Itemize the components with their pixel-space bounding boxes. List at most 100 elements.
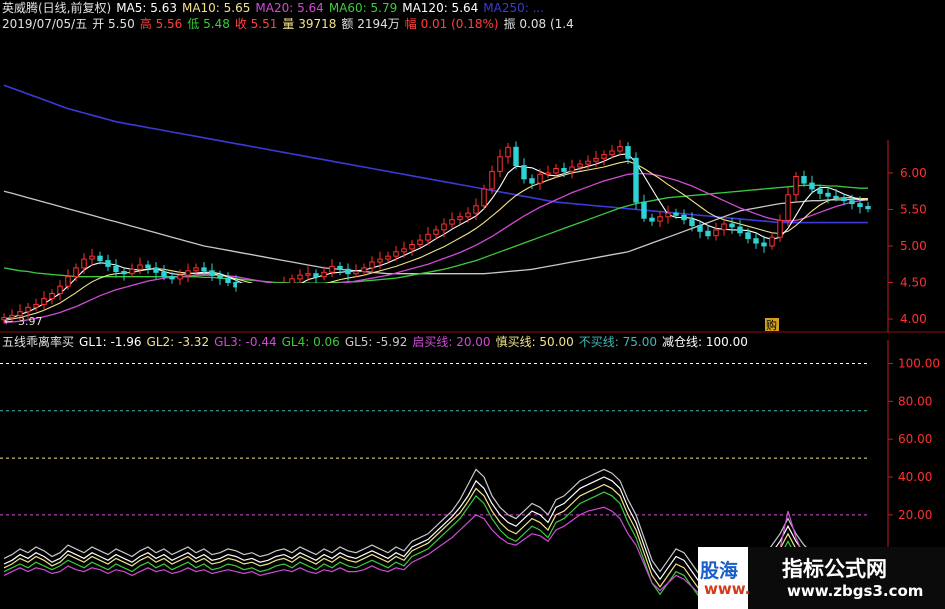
- ohlc-header-row: 2019/07/05/五开 5.50 高 5.56 低 5.48 收 5.51 量 39…: [2, 17, 579, 31]
- oscillator-tick-label: 40.00: [898, 470, 932, 484]
- row3-field: 慎买线: 50.00: [495, 335, 574, 349]
- candle-body: [657, 216, 663, 222]
- candle-body: [665, 212, 671, 218]
- candle-body: [57, 285, 63, 295]
- candle-body: [481, 188, 487, 207]
- candle-body: [721, 223, 727, 231]
- candle-body: [49, 293, 55, 300]
- candle-body: [593, 157, 599, 162]
- candle-body: [329, 265, 335, 273]
- candle-body: [361, 267, 367, 273]
- candle-body: [137, 264, 143, 270]
- watermark-left-title: 股海: [700, 560, 739, 582]
- price-tick-label: 5.00: [900, 239, 927, 253]
- row1-field: MA20: 5.64: [255, 1, 324, 15]
- row2-field: 高 5.56: [139, 17, 183, 31]
- candle-body: [625, 146, 631, 159]
- candle-body: [489, 170, 495, 190]
- candle-body: [785, 194, 791, 221]
- price-tick-label: 5.50: [900, 202, 927, 216]
- candle-body: [825, 192, 831, 197]
- candle-body: [425, 233, 431, 241]
- watermark-left-url: www.: [704, 580, 751, 598]
- candle-body: [521, 165, 527, 180]
- oscillator-tick-label: 100.00: [898, 356, 940, 370]
- low-price-arrow: ←: [4, 315, 13, 328]
- candle-body: [777, 219, 783, 238]
- watermark-right-title[interactable]: 指标公式网: [782, 553, 887, 583]
- candle-body: [441, 223, 447, 231]
- candle-body: [793, 176, 799, 196]
- candle-body: [569, 166, 575, 172]
- oscillator-tick-label: 20.00: [898, 508, 932, 522]
- candle-body: [577, 163, 583, 168]
- candle-body: [393, 251, 399, 257]
- price-axis-overlay: 6.00 5.50 5.00 4.50 4.00 购: [765, 140, 927, 332]
- oscillator-tick-label: 60.00: [898, 432, 932, 446]
- candle-body: [553, 168, 559, 174]
- row2-field: 开 5.50: [92, 17, 135, 31]
- stock-chart-canvas: ← 3.97 100.00 80.00 60.00 40.00 20.00 6.00 5.5…: [0, 0, 945, 609]
- candle-body: [377, 258, 383, 263]
- row2-field: 额 2194万: [341, 17, 400, 31]
- row3-field: GL1: -1.96: [79, 335, 142, 349]
- candle-body: [225, 277, 231, 284]
- candle-body: [505, 146, 511, 158]
- candle-body: [753, 238, 759, 244]
- candle-body: [513, 146, 519, 167]
- row1-field: MA5: 5.63: [116, 1, 177, 15]
- candle-body: [185, 270, 191, 276]
- candle-body: [841, 197, 847, 202]
- candle-body: [633, 157, 639, 203]
- low-price-annotation: 3.97: [18, 315, 43, 328]
- candle-body: [129, 268, 135, 275]
- price-header-row: 英威腾(日线,前复权) MA5: 5.63 MA10: 5.65 MA20: 5.64…: [2, 1, 549, 15]
- row1-field: MA120: 5.64: [402, 1, 479, 15]
- candle-body: [169, 276, 175, 280]
- oscillator-panel-grid: [0, 362, 870, 516]
- candle-body: [385, 255, 391, 260]
- candle-body: [353, 271, 359, 275]
- candle-body: [41, 298, 47, 305]
- row3-field: 五线乖离率买: [2, 335, 75, 349]
- candle-body: [337, 265, 343, 270]
- masked-region-top: [532, 0, 945, 140]
- candle-body: [809, 182, 815, 190]
- candle-body: [321, 271, 327, 278]
- watermark-right-url[interactable]: www.zbgs3.com: [787, 582, 923, 600]
- candle-body: [649, 217, 655, 222]
- candle-body: [745, 232, 751, 240]
- row1-field: MA250: ...: [483, 1, 545, 15]
- price-tick-label: 4.00: [900, 312, 927, 326]
- candle-body: [769, 236, 775, 247]
- candle-body: [641, 201, 647, 219]
- candle-body: [305, 273, 311, 276]
- candle-body: [537, 173, 543, 184]
- buy-marker-label: 购: [766, 318, 777, 332]
- candle-body: [601, 154, 607, 159]
- candle-body: [161, 271, 167, 278]
- row3-field: 减仓线: 100.00: [662, 335, 748, 349]
- candle-body: [561, 168, 567, 172]
- candle-body: [713, 229, 719, 237]
- candle-body: [849, 200, 855, 205]
- candle-body: [681, 214, 687, 221]
- candle-body: [193, 267, 199, 272]
- row3-field: GL2: -3.32: [146, 335, 210, 349]
- candle-body: [81, 258, 87, 269]
- candle-body: [457, 216, 463, 221]
- candle-body: [369, 261, 375, 269]
- row2-field: 低 5.48: [187, 17, 230, 31]
- candle-body: [817, 188, 823, 194]
- candle-body: [609, 150, 615, 156]
- candle-body: [833, 195, 839, 199]
- row1-field: 英威腾(日线,前复权): [2, 1, 112, 15]
- candle-body: [545, 172, 551, 175]
- row3-field: 不买线: 75.00: [578, 335, 657, 349]
- candle-body: [449, 219, 455, 225]
- row2-field: 量 39718: [282, 17, 337, 31]
- candle-body: [33, 303, 39, 308]
- candle-body: [209, 270, 215, 276]
- row2-field: 收 5.51: [234, 17, 278, 31]
- candle-body: [673, 212, 679, 216]
